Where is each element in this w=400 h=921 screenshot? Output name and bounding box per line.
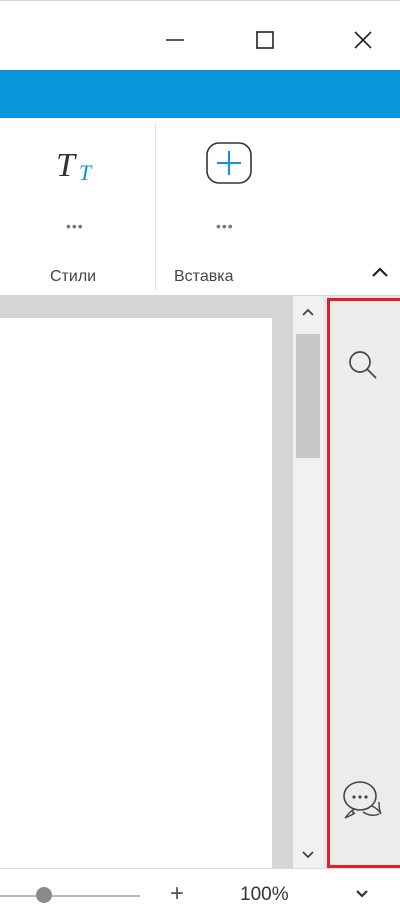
chevron-down-icon	[356, 890, 368, 898]
close-button[interactable]	[338, 15, 388, 65]
chevron-up-icon	[372, 267, 388, 277]
chevron-down-icon	[302, 851, 314, 859]
insert-plus-icon	[206, 142, 252, 184]
collapse-ribbon-button[interactable]	[368, 260, 392, 284]
zoom-slider[interactable]	[0, 895, 140, 897]
insert-more[interactable]: •••	[216, 218, 234, 234]
text-styles-icon: T T	[56, 147, 93, 185]
scrollbar-thumb[interactable]	[296, 334, 320, 458]
zoom-menu-button[interactable]	[350, 882, 374, 906]
search-icon	[349, 351, 377, 379]
ribbon-divider	[155, 124, 156, 290]
scroll-down-button[interactable]	[293, 842, 323, 866]
comments-icon	[343, 781, 382, 819]
search-button[interactable]	[343, 345, 383, 385]
insert-button[interactable]	[204, 140, 254, 186]
close-icon	[354, 31, 372, 49]
side-panel	[327, 298, 400, 868]
document-page[interactable]	[0, 318, 272, 868]
insert-group-label: Вставка	[174, 268, 234, 285]
styles-more[interactable]: •••	[66, 218, 84, 234]
maximize-button[interactable]	[240, 15, 290, 65]
minimize-button[interactable]	[150, 15, 200, 65]
zoom-in-button[interactable]: +	[165, 878, 189, 910]
ribbon: T T ••• Стили ••• Вставка	[0, 118, 400, 296]
title-bar	[0, 0, 400, 70]
maximize-icon	[256, 31, 274, 49]
zoom-level[interactable]: 100%	[240, 884, 289, 906]
svg-text:T: T	[56, 147, 77, 184]
comments-button[interactable]	[338, 771, 388, 827]
scroll-up-button[interactable]	[293, 300, 323, 324]
zoom-slider-thumb[interactable]	[36, 887, 52, 903]
svg-text:T: T	[79, 160, 93, 185]
chevron-up-icon	[302, 308, 314, 316]
styles-group-label: Стили	[50, 268, 97, 285]
minimize-icon	[166, 39, 184, 41]
accent-bar	[0, 70, 400, 118]
styles-button[interactable]: T T	[50, 138, 110, 188]
